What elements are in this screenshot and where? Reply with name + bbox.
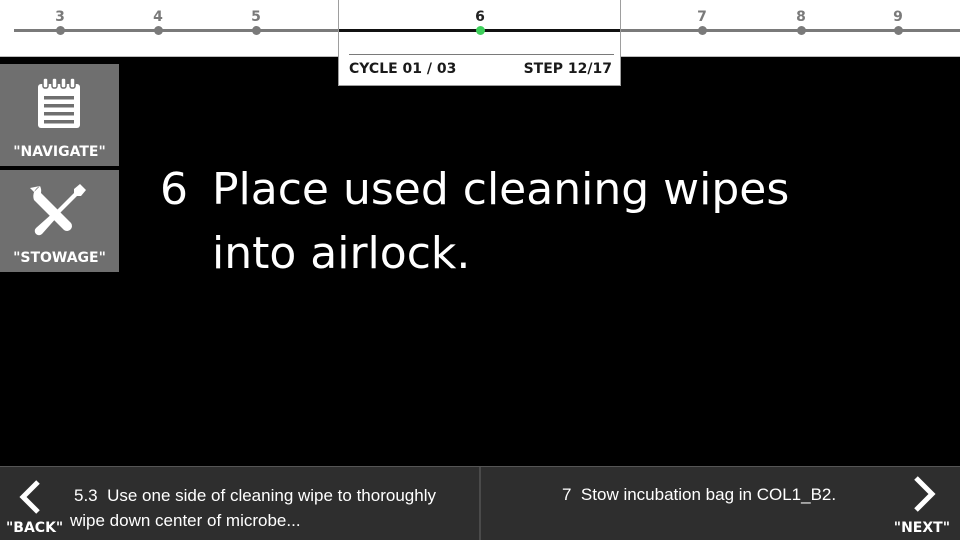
cycle-counter: CYCLE 01 / 03	[349, 61, 457, 77]
timeline-step-number: 5	[251, 9, 261, 25]
timeline-step-dot	[153, 26, 163, 35]
timeline-step-number: 3	[55, 9, 65, 25]
timeline-step-3[interactable]: 3	[40, 0, 80, 35]
current-step-dot	[475, 26, 485, 35]
timeline-step-5[interactable]: 5	[236, 0, 276, 35]
card-divider	[349, 54, 614, 55]
next-label: "NEXT"	[893, 520, 950, 536]
previous-step-text: Use one side of cleaning wipe to thoroug…	[70, 486, 436, 530]
navigate-button[interactable]: "NAVIGATE"	[0, 64, 119, 168]
wrench-screwdriver-icon	[30, 184, 86, 236]
chevron-left-icon	[19, 480, 40, 514]
chevron-right-icon	[914, 476, 936, 512]
navigate-label: "NAVIGATE"	[13, 144, 106, 160]
stowage-label: "STOWAGE"	[13, 250, 106, 266]
current-instruction: 6 Place used cleaning wipes into airlock…	[160, 158, 860, 286]
previous-step-preview[interactable]: 5.3 Use one side of cleaning wipe to tho…	[70, 483, 470, 533]
previous-step-number: 5.3	[74, 486, 98, 505]
next-step-preview[interactable]: 7 Stow incubation bag in COL1_B2.	[562, 482, 836, 507]
next-button[interactable]: "NEXT"	[880, 467, 960, 540]
instruction-text: Place used cleaning wipes into airlock.	[212, 164, 790, 279]
instruction-step-number: 6	[160, 164, 188, 215]
bottom-nav: "BACK" 5.3 Use one side of cleaning wipe…	[0, 466, 960, 540]
next-step-text: Stow incubation bag in COL1_B2.	[580, 485, 837, 504]
step-counter: STEP 12/17	[523, 61, 612, 77]
timeline-step-dot	[55, 26, 65, 35]
timeline-step-4[interactable]: 4	[138, 0, 178, 35]
stowage-button[interactable]: "STOWAGE"	[0, 170, 119, 274]
next-step-number: 7	[562, 485, 572, 504]
back-button[interactable]: "BACK"	[0, 467, 70, 540]
bottom-divider	[479, 467, 481, 540]
notepad-icon	[38, 77, 80, 128]
back-label: "BACK"	[6, 520, 64, 536]
timeline-step-number: 4	[153, 9, 163, 25]
timeline-step-dot	[251, 26, 261, 35]
timeline-step-6-current[interactable]: 6	[460, 0, 500, 35]
timeline-step-number: 6	[475, 9, 485, 25]
current-step-card: 6 CYCLE 01 / 03 STEP 12/17	[338, 0, 621, 86]
